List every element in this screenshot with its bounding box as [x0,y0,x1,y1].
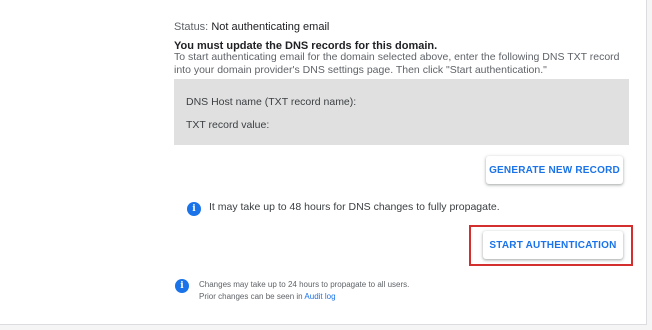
status-value: Not authenticating email [211,21,330,33]
status-label: Status: [174,21,209,33]
settings-panel: Status: Not authenticating email You mus… [0,0,647,325]
dns-record-box: DNS Host name (TXT record name): TXT rec… [174,79,629,145]
info-icon: i [187,202,201,216]
info-icon: i [175,279,189,293]
start-authentication-button[interactable]: START AUTHENTICATION [483,231,623,259]
changes-note-prefix: Prior changes can be seen in [199,292,303,301]
dns-propagation-note: It may take up to 48 hours for DNS chang… [209,201,500,213]
audit-log-link[interactable]: Audit log [304,292,335,301]
bottom-edge [0,325,652,330]
changes-note-line2: Prior changes can be seen in Audit log [199,291,409,303]
authentication-status: Status: Not authenticating email [174,21,329,33]
changes-propagation-note: Changes may take up to 24 hours to propa… [199,279,409,303]
changes-note-line1: Changes may take up to 24 hours to propa… [199,280,410,289]
dns-update-instruction: To start authenticating email for the do… [174,51,620,76]
generate-new-record-button[interactable]: GENERATE NEW RECORD [486,156,623,184]
dns-host-name-label: DNS Host name (TXT record name): [186,96,357,108]
scrollbar-track[interactable] [647,0,652,330]
txt-record-value-label: TXT record value: [186,119,270,131]
